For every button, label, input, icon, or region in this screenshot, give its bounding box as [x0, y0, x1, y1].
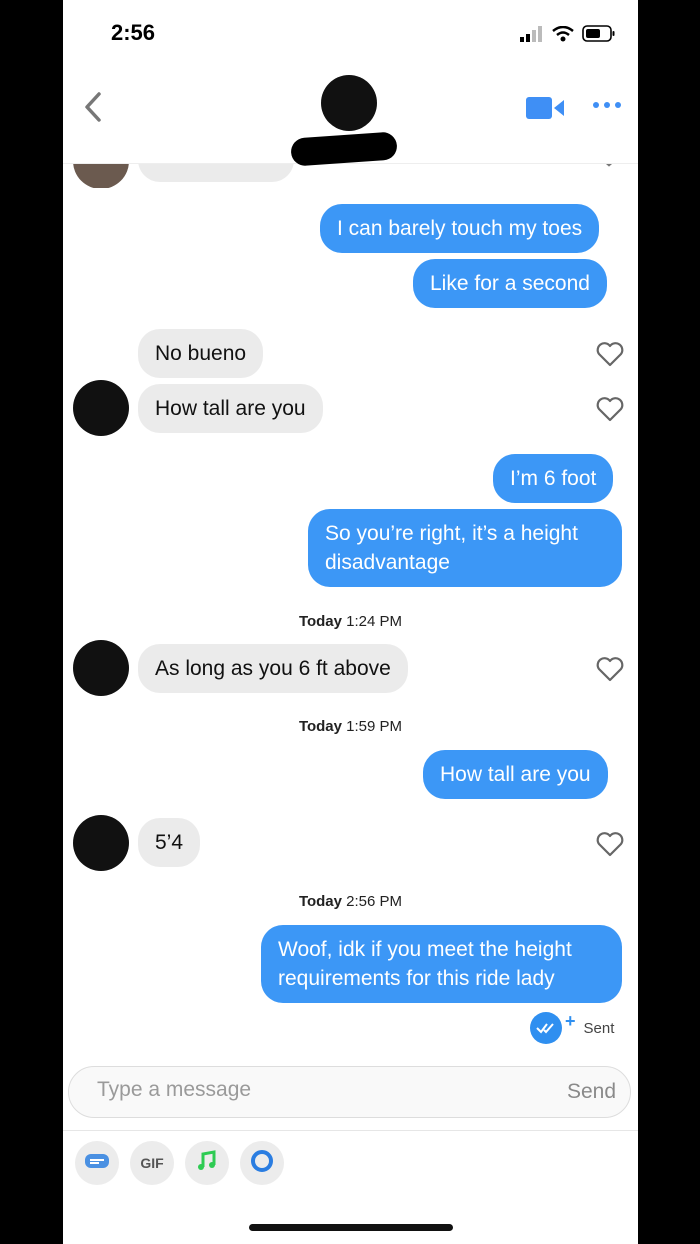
gif-label: GIF — [140, 1155, 164, 1171]
match-avatar[interactable] — [73, 640, 129, 696]
status-icons — [520, 25, 616, 47]
heart-icon[interactable] — [596, 396, 624, 427]
timestamp-time: 2:56 PM — [346, 893, 403, 910]
timestamp-day: Today — [298, 613, 342, 630]
timestamp-time: 1:59 PM — [346, 718, 403, 735]
outgoing-message[interactable]: Woof, idk if you meet the height require… — [261, 925, 622, 1003]
back-chevron-icon[interactable] — [81, 90, 105, 129]
timestamp-day: Today — [298, 718, 342, 735]
bitmoji-button[interactable] — [240, 1141, 284, 1185]
incoming-message[interactable]: 5’4 — [138, 818, 201, 867]
home-indicator[interactable] — [249, 1224, 453, 1231]
incoming-message[interactable]: No bueno — [138, 329, 264, 378]
outgoing-message[interactable]: How tall are you — [423, 750, 608, 799]
battery-icon — [582, 25, 616, 47]
incoming-message[interactable]: As long as you 6 ft above — [138, 644, 408, 693]
timestamp-time: 1:24 PM — [346, 613, 403, 630]
message-line: disadvantage — [325, 551, 450, 574]
redacted-name — [290, 131, 398, 167]
sent-label: Sent — [583, 1019, 615, 1037]
timestamp: Today 1:24 PM — [63, 613, 638, 630]
gif-button[interactable]: GIF — [130, 1141, 174, 1185]
outgoing-message[interactable]: I can barely touch my toes — [320, 204, 600, 253]
sticker-icon — [84, 1152, 110, 1175]
clipped-previous-message — [63, 163, 638, 188]
message-line: Woof, idk if you meet the height — [278, 938, 572, 961]
message-composer: Send — [68, 1066, 631, 1118]
timestamp: Today 1:59 PM — [63, 718, 638, 735]
chat-screen: 2:56 I can barely touch my toes Like for… — [63, 0, 638, 1244]
sticker-button[interactable] — [75, 1141, 119, 1185]
heart-icon[interactable] — [596, 831, 624, 862]
message-line: So you’re right, it’s a height — [325, 522, 578, 545]
timestamp: Today 2:56 PM — [63, 893, 638, 910]
outgoing-message[interactable]: So you’re right, it’s a height disadvant… — [308, 509, 622, 587]
ring-icon — [249, 1148, 275, 1179]
more-options-icon[interactable] — [593, 102, 621, 108]
heart-icon[interactable] — [596, 341, 624, 372]
sent-status: + Sent — [530, 1011, 615, 1044]
message-line: requirements for this ride lady — [278, 967, 555, 990]
match-avatar[interactable] — [73, 815, 129, 871]
outgoing-message[interactable]: I’m 6 foot — [493, 454, 614, 503]
status-time: 2:56 — [111, 20, 156, 45]
divider — [63, 1130, 638, 1131]
plus-icon[interactable]: + — [565, 1011, 576, 1032]
incoming-message[interactable]: How tall are you — [138, 384, 323, 433]
match-avatar[interactable] — [73, 380, 129, 436]
match-avatar[interactable] — [321, 75, 377, 131]
heart-icon[interactable] — [596, 656, 624, 687]
read-receipt-icon[interactable] — [530, 1012, 562, 1044]
message-input[interactable] — [95, 1077, 499, 1103]
video-call-icon[interactable] — [526, 96, 566, 125]
music-note-icon — [196, 1149, 218, 1177]
chat-header — [63, 60, 638, 167]
timestamp-day: Today — [298, 893, 342, 910]
signal-icon — [520, 25, 544, 47]
heart-icon[interactable] — [598, 163, 620, 174]
send-button[interactable]: Send — [567, 1080, 616, 1104]
outgoing-message[interactable]: Like for a second — [413, 259, 607, 308]
music-button[interactable] — [185, 1141, 229, 1185]
wifi-icon — [552, 25, 574, 47]
